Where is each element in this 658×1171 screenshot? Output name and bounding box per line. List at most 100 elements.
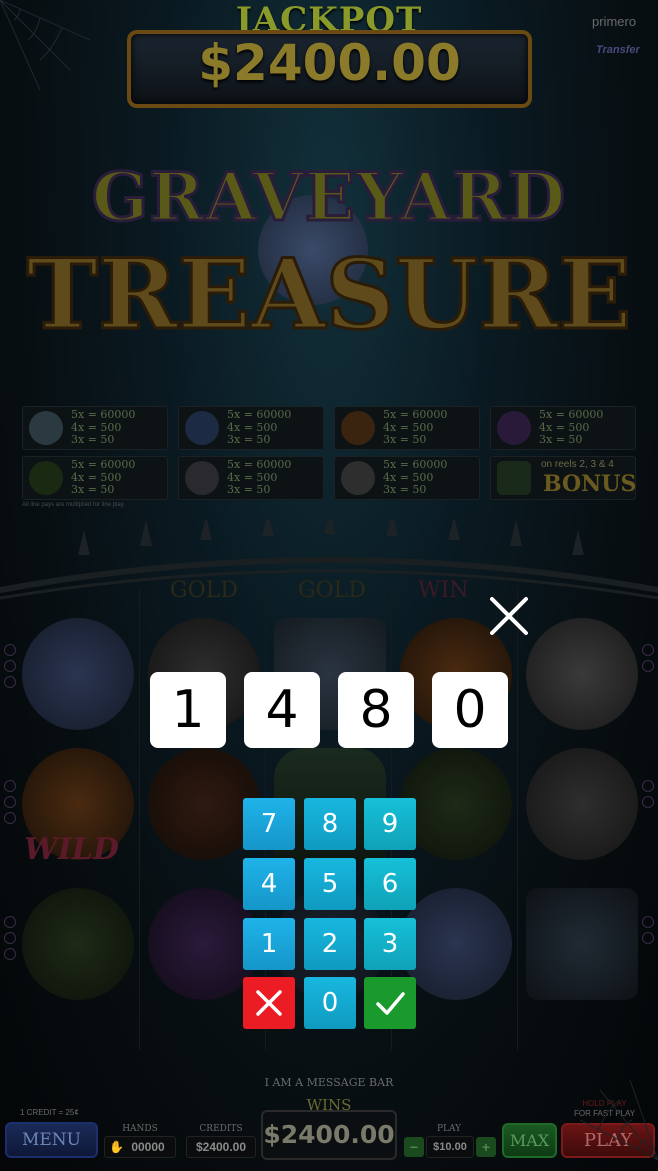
game-title-line2: TREASURE: [25, 237, 633, 353]
broom-moon-symbol: [526, 618, 638, 730]
key-5[interactable]: 5: [304, 858, 356, 910]
pay-3x: 3x = 50: [71, 483, 115, 496]
line-indicator: [642, 644, 654, 656]
candle-skull-symbol: [526, 748, 638, 860]
paytable-cell: 5x = 60000 4x = 500 3x = 50: [334, 406, 480, 450]
pay-lines: 5x = 60000 4x = 500 3x = 50: [227, 458, 292, 497]
primero-logo: primero: [592, 14, 637, 29]
pay-3x: 3x = 50: [383, 483, 427, 496]
paytable-cell: 5x = 60000 4x = 500 3x = 50: [22, 456, 168, 500]
win-amount: $2400.00: [261, 1110, 397, 1160]
key-4[interactable]: 4: [243, 858, 295, 910]
line-indicator: [4, 796, 16, 808]
max-bet-button[interactable]: MAX: [502, 1123, 557, 1158]
bonus-label: BONUS: [543, 471, 637, 497]
reel-top-label: GOLD: [298, 578, 366, 603]
coffin-icon: [497, 411, 531, 445]
checkmark-icon: [376, 992, 405, 1015]
title-symbol: [526, 888, 638, 1000]
witch-icon: [185, 411, 219, 445]
line-indicator: [4, 780, 16, 792]
pumpkin-icon: [341, 411, 375, 445]
cross-icon: [256, 990, 282, 1016]
bet-decrease-button[interactable]: −: [404, 1137, 424, 1157]
line-indicator: [642, 932, 654, 944]
credits-value: $2400.00: [186, 1136, 256, 1158]
reel-1: WILD: [16, 588, 140, 1050]
key-clear-button[interactable]: [243, 977, 295, 1029]
code-digit-4: 0: [432, 672, 508, 748]
cauldron-icon: [29, 461, 63, 495]
paytable-bonus-cell: on reels 2, 3 & 4 BONUS: [490, 456, 636, 500]
hands-count: 00000: [131, 1140, 165, 1154]
line-indicator: [4, 644, 16, 656]
code-digit-2: 4: [244, 672, 320, 748]
line-indicator: [4, 812, 16, 824]
paytable-cell: 5x = 60000 4x = 500 3x = 50: [178, 456, 324, 500]
menu-button[interactable]: MENU: [5, 1122, 98, 1158]
credits-label: CREDITS: [199, 1124, 243, 1134]
paytable-cell: 5x = 60000 4x = 500 3x = 50: [490, 406, 636, 450]
code-digit-3: 8: [338, 672, 414, 748]
key-2[interactable]: 2: [304, 918, 356, 970]
pay-3x: 3x = 50: [227, 433, 271, 446]
pay-3x: 3x = 50: [227, 483, 271, 496]
pay-lines: 5x = 60000 4x = 500 3x = 50: [383, 408, 448, 447]
tombstone-bonus-icon: [497, 461, 531, 495]
jackpot-amount: $2400.00: [198, 34, 461, 92]
line-indicator: [4, 932, 16, 944]
line-indicator: [642, 660, 654, 672]
hand-icon: ✋: [109, 1140, 124, 1154]
pay-lines: 5x = 60000 4x = 500 3x = 50: [71, 408, 135, 447]
pay-5x: 5x = 60000: [383, 408, 448, 421]
key-9[interactable]: 9: [364, 798, 416, 850]
key-0[interactable]: 0: [304, 977, 356, 1029]
pay-3x: 3x = 50: [383, 433, 427, 446]
cauldron-symbol: [400, 748, 512, 860]
line-indicator: [642, 780, 654, 792]
spiderweb-icon: [0, 0, 90, 90]
key-7[interactable]: 7: [243, 798, 295, 850]
bet-increase-button[interactable]: +: [476, 1137, 496, 1157]
bet-value: $10.00: [426, 1136, 474, 1158]
reel-top-label: WIN: [418, 578, 469, 603]
key-8[interactable]: 8: [304, 798, 356, 850]
pay-5x: 5x = 60000: [227, 408, 292, 421]
wild-label: WILD: [24, 832, 119, 867]
key-3[interactable]: 3: [364, 918, 416, 970]
spiderweb-icon: [580, 1080, 658, 1160]
game-title-line1: GRAVEYARD: [90, 157, 567, 238]
witch-symbol: [22, 618, 134, 730]
pay-3x: 3x = 50: [539, 433, 583, 446]
line-indicator: [4, 948, 16, 960]
pay-5x: 5x = 60000: [539, 408, 604, 421]
pay-5x: 5x = 60000: [383, 458, 448, 471]
hands-value: ✋ 00000: [104, 1136, 176, 1158]
key-6[interactable]: 6: [364, 858, 416, 910]
paytable-note: All line pays are multiplied for line pl…: [22, 502, 125, 508]
pay-lines: 5x = 60000 4x = 500 3x = 50: [227, 408, 292, 447]
pay-5x: 5x = 60000: [71, 458, 136, 471]
line-indicator: [4, 676, 16, 688]
pay-lines: 5x = 60000 4x = 500 3x = 50: [383, 458, 448, 497]
transfer-logo: Transfer: [596, 44, 640, 56]
key-1[interactable]: 1: [243, 918, 295, 970]
paytable-cell: 5x = 60000 4x = 500 3x = 50: [178, 406, 324, 450]
credit-rate: 1 CREDIT = 25¢: [20, 1108, 79, 1117]
code-digit-1: 1: [150, 672, 226, 748]
pay-lines: 5x = 60000 4x = 500 3x = 50: [71, 458, 136, 497]
paytable-cell: 5x = 60000 4x = 500 3x = 50: [334, 456, 480, 500]
cauldron-symbol: [22, 888, 134, 1000]
pay-5x: 5x = 60000: [227, 458, 292, 471]
hands-label: HANDS: [122, 1124, 158, 1134]
key-confirm-button[interactable]: [364, 977, 416, 1029]
pay-3x: 3x = 50: [71, 433, 115, 446]
paytable-cell: 5x = 60000 4x = 500 3x = 50: [22, 406, 168, 450]
line-indicator: [642, 796, 654, 808]
bonus-note: on reels 2, 3 & 4: [541, 459, 614, 470]
skull-icon: [341, 461, 375, 495]
witch-symbol: [400, 888, 512, 1000]
close-icon[interactable]: [487, 594, 531, 638]
reel-top-label: GOLD: [170, 578, 238, 603]
line-indicator: [4, 660, 16, 672]
